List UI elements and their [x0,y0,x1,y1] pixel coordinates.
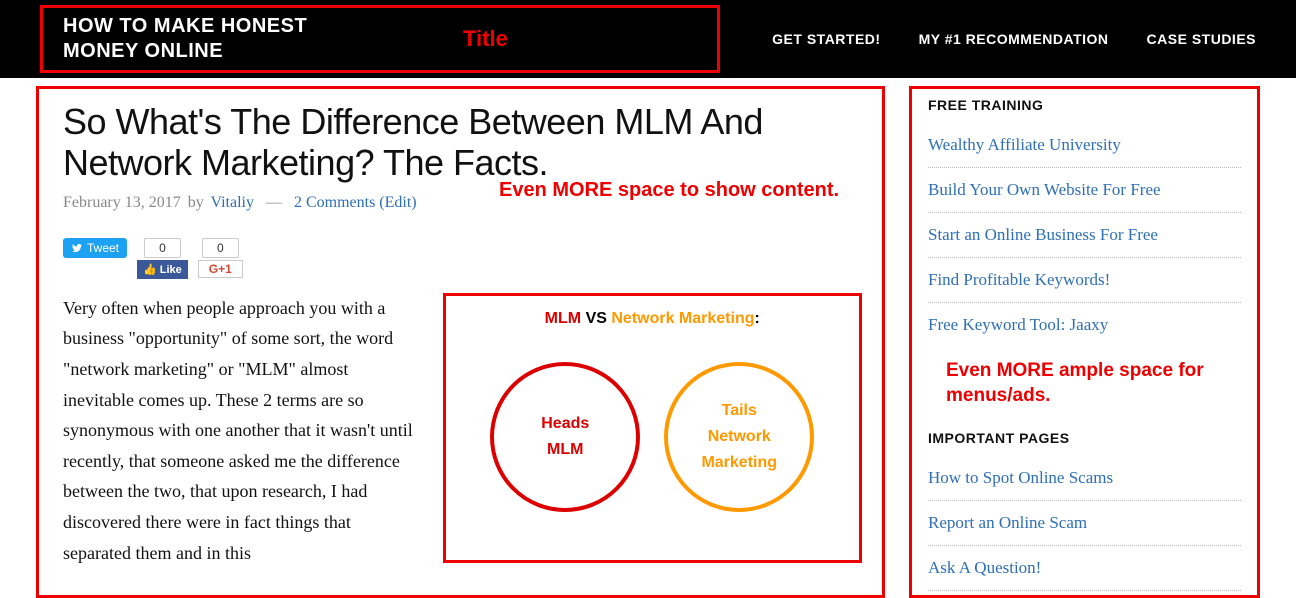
sb-link-keywords[interactable]: Find Profitable Keywords! [928,270,1110,289]
venn-title: MLM VS Network Marketing: [466,310,839,328]
twitter-icon [71,243,83,253]
sidebar-section-pages: IMPORTANT PAGES How to Spot Online Scams… [928,430,1241,598]
sb-link-wa[interactable]: Wealthy Affiliate University [928,135,1121,154]
header-title-box: HOW TO MAKE HONEST MONEY ONLINE Title [40,5,720,73]
sb-link-business[interactable]: Start an Online Business For Free [928,225,1158,244]
fb-count: 0 [144,238,181,258]
article-date: February 13, 2017 [63,194,181,211]
fb-like-label: Like [160,264,182,276]
list-item: Start an Online Business For Free [928,225,1241,258]
gplus-widget: 0 G+1 [198,238,243,278]
sb-link-website[interactable]: Build Your Own Website For Free [928,180,1161,199]
article-body-row: Very often when people approach you with… [63,293,862,568]
list-item: How to Spot Online Scams [928,468,1241,501]
sb-link-ask[interactable]: Ask A Question! [928,558,1041,577]
author-link[interactable]: Vitaliy [210,194,253,211]
comments-link[interactable]: 2 Comments (Edit) [294,194,417,211]
header-bar: HOW TO MAKE HONEST MONEY ONLINE Title GE… [0,0,1296,78]
site-title[interactable]: HOW TO MAKE HONEST MONEY ONLINE [63,14,383,64]
venn-right-top: Tails [722,398,757,424]
list-item: Ask A Question! [928,558,1241,591]
by-label: by [188,194,204,211]
venn-left-bottom: MLM [547,437,583,463]
venn-diagram-box: MLM VS Network Marketing: Heads MLM Tail… [443,293,862,563]
nav-case-studies[interactable]: CASE STUDIES [1147,31,1256,47]
venn-left-circle: Heads MLM [490,362,640,512]
list-item: Free Keyword Tool: Jaaxy [928,315,1241,347]
sidebar-heading-training: FREE TRAINING [928,97,1241,113]
venn-title-mlm: MLM [545,310,581,327]
content-wrap: So What's The Difference Between MLM And… [0,78,1296,598]
article-title: So What's The Difference Between MLM And… [63,101,862,184]
meta-dash: — [266,194,282,211]
article-body-text: Very often when people approach you with… [63,293,423,568]
list-item: Build Your Own Website For Free [928,180,1241,213]
sidebar-list-pages: How to Spot Online Scams Report an Onlin… [928,468,1241,598]
main-nav: GET STARTED! MY #1 RECOMMENDATION CASE S… [772,31,1256,47]
list-item: Wealthy Affiliate University [928,135,1241,168]
venn-title-colon: : [755,310,760,327]
main-article: So What's The Difference Between MLM And… [36,86,885,598]
venn-left-top: Heads [541,411,589,437]
venn-circles: Heads MLM Tails Network Marketing [466,362,839,512]
fb-like-button[interactable]: 👍 Like [137,260,188,279]
sb-link-report[interactable]: Report an Online Scam [928,513,1087,532]
gplus-button[interactable]: G+1 [198,260,243,278]
list-item: Find Profitable Keywords! [928,270,1241,303]
sidebar: FREE TRAINING Wealthy Affiliate Universi… [909,86,1260,598]
facebook-widget: 0 👍 Like [137,238,188,279]
sidebar-annotation: Even MORE ample space for menus/ads. [946,359,1241,408]
venn-title-nm: Network Marketing [611,310,754,327]
gplus-count: 0 [202,238,239,258]
venn-right-bottom: Network Marketing [668,424,810,475]
sidebar-list-training: Wealthy Affiliate University Build Your … [928,135,1241,347]
sb-link-jaaxy[interactable]: Free Keyword Tool: Jaaxy [928,315,1108,334]
tweet-label: Tweet [87,241,119,255]
content-annotation: Even MORE space to show content. [499,177,839,203]
tweet-button[interactable]: Tweet [63,238,127,258]
title-annotation: Title [463,26,508,52]
list-item: Report an Online Scam [928,513,1241,546]
venn-right-circle: Tails Network Marketing [664,362,814,512]
venn-title-vs: VS [586,310,607,327]
nav-recommendation[interactable]: MY #1 RECOMMENDATION [919,31,1109,47]
social-buttons: Tweet 0 👍 Like 0 G+1 [63,238,862,279]
sb-link-scams[interactable]: How to Spot Online Scams [928,468,1113,487]
nav-get-started[interactable]: GET STARTED! [772,31,880,47]
thumb-icon: 👍 [143,264,157,276]
sidebar-heading-pages: IMPORTANT PAGES [928,430,1241,446]
